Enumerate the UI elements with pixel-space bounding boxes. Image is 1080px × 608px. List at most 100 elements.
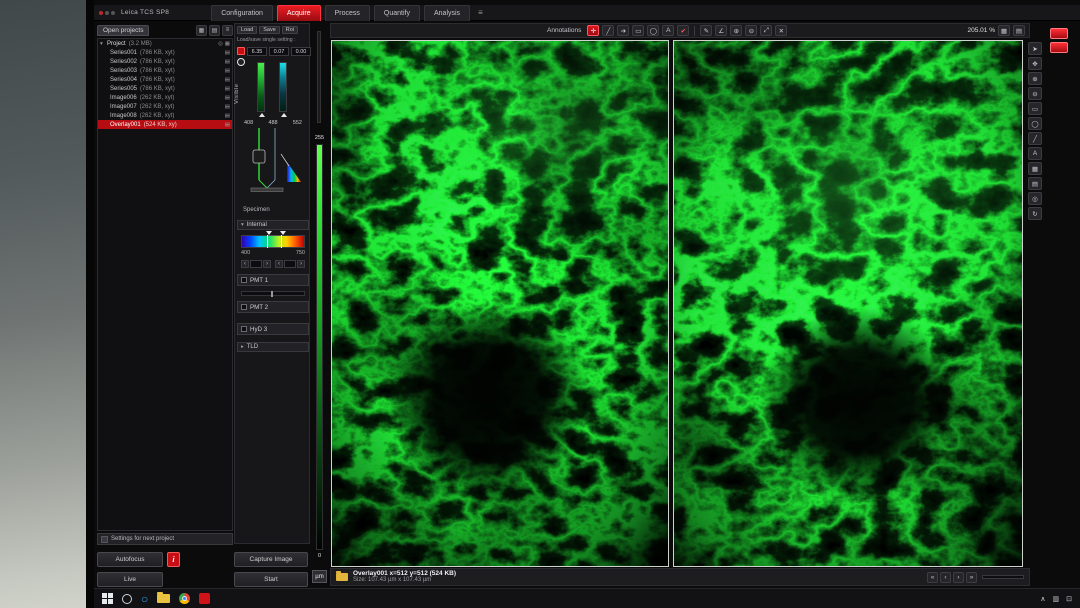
- text-tool-icon[interactable]: A: [1028, 147, 1042, 160]
- autofocus-button[interactable]: Autofocus: [97, 552, 163, 567]
- cursor-tool-icon[interactable]: ✛: [587, 25, 599, 36]
- text-tool-icon[interactable]: A: [662, 25, 674, 36]
- table-row[interactable]: Series001 (786 KB, xyt) ▤: [98, 48, 232, 57]
- channel-row-hyd3[interactable]: HyD 3: [237, 323, 309, 335]
- tld-section-header[interactable]: ▸ TLD: [237, 342, 309, 352]
- search-icon[interactable]: [122, 594, 132, 604]
- line-tool-icon[interactable]: ╱: [1028, 132, 1042, 145]
- zoom-out-icon[interactable]: ⊖: [1028, 87, 1042, 100]
- nav-next-icon[interactable]: ›: [953, 572, 964, 583]
- scroll-groove[interactable]: [317, 31, 321, 123]
- capture-image-button[interactable]: Capture Image: [234, 552, 308, 567]
- save-button[interactable]: Save: [259, 26, 280, 34]
- table-row[interactable]: Image006 (262 KB, xyt) ▤: [98, 93, 232, 102]
- pointer-tool-icon[interactable]: ➤: [1028, 42, 1042, 55]
- stepper-down-icon[interactable]: ‹: [275, 260, 283, 268]
- snapshot-camera-icon[interactable]: ◎: [1028, 192, 1042, 205]
- tab-quantify[interactable]: Quantify: [374, 5, 420, 21]
- table-row[interactable]: Image008 (262 KB, xyt) ▤: [98, 111, 232, 120]
- zoom-fit-icon[interactable]: ⤢: [760, 25, 772, 36]
- table-row[interactable]: Image007 (262 KB, xyt) ▤: [98, 102, 232, 111]
- info-badge[interactable]: i: [167, 552, 180, 567]
- start-button[interactable]: Start: [234, 572, 308, 587]
- pencil-tool-icon[interactable]: ✎: [700, 25, 712, 36]
- nav-last-icon[interactable]: »: [966, 572, 977, 583]
- tray-chevron-icon[interactable]: ∧: [1040, 595, 1045, 603]
- image-viewport-right[interactable]: [673, 40, 1023, 567]
- tab-configuration[interactable]: Configuration: [211, 5, 273, 21]
- refresh-icon[interactable]: ↻: [1028, 207, 1042, 220]
- rectangle-tool-icon[interactable]: ▭: [632, 25, 644, 36]
- readout-value[interactable]: 6.35: [247, 47, 267, 56]
- channel-row-pmt1[interactable]: PMT 1: [237, 274, 309, 286]
- table-row[interactable]: Series004 (786 KB, xyt) ▤: [98, 75, 232, 84]
- grid-view-icon[interactable]: ▦: [196, 25, 207, 36]
- nav-first-icon[interactable]: «: [927, 572, 938, 583]
- angle-tool-icon[interactable]: ∠: [715, 25, 727, 36]
- chrome-icon[interactable]: [179, 593, 190, 604]
- settings-next-project-bar[interactable]: Settings for next project: [97, 533, 233, 545]
- ellipse-tool-icon[interactable]: ◯: [647, 25, 659, 36]
- roi-button[interactable]: Roi: [282, 26, 298, 34]
- checkbox[interactable]: [241, 304, 247, 310]
- ellipse-tool-icon[interactable]: ◯: [1028, 117, 1042, 130]
- slider-thumb[interactable]: [281, 113, 287, 117]
- red-control-button-2[interactable]: [1050, 42, 1068, 53]
- layers-icon[interactable]: ▤: [1013, 25, 1025, 36]
- tab-analysis[interactable]: Analysis: [424, 5, 470, 21]
- rectangle-tool-icon[interactable]: ▭: [1028, 102, 1042, 115]
- grid-overlay-icon[interactable]: ▦: [1028, 162, 1042, 175]
- caret-down-icon[interactable]: ▾: [100, 41, 103, 47]
- browser-icon[interactable]: ○: [141, 593, 148, 605]
- band-end-stepper[interactable]: ‹›: [275, 260, 305, 268]
- start-button[interactable]: [102, 593, 113, 604]
- list-view-icon[interactable]: ▤: [209, 25, 220, 36]
- camera-icon[interactable]: ◎: [218, 41, 223, 47]
- tray-icon-b[interactable]: ⊡: [1066, 595, 1072, 603]
- zoom-out-icon[interactable]: ⊖: [745, 25, 757, 36]
- eye-visibility-icon[interactable]: [237, 47, 245, 55]
- file-explorer-icon[interactable]: [157, 594, 170, 603]
- project-root-row[interactable]: ▾ Project (3.2 MB) ◎ ▦: [98, 39, 232, 48]
- live-button[interactable]: Live: [97, 572, 163, 587]
- intensity-slider[interactable]: [257, 62, 265, 112]
- image-viewport-left[interactable]: [331, 40, 669, 567]
- layers-icon[interactable]: ▤: [1028, 177, 1042, 190]
- checkbox[interactable]: [241, 326, 247, 332]
- band-marker-icon[interactable]: [266, 231, 272, 235]
- channel-row-pmt2[interactable]: PMT 2: [237, 301, 309, 313]
- red-control-button-1[interactable]: [1050, 28, 1068, 39]
- panel-menu-icon[interactable]: ≡: [222, 25, 233, 36]
- tab-process[interactable]: Process: [325, 5, 370, 21]
- load-button[interactable]: Load: [237, 26, 257, 34]
- zoom-in-icon[interactable]: ⊕: [730, 25, 742, 36]
- emission-spectrum-bar[interactable]: [241, 235, 305, 248]
- band-marker-icon[interactable]: [280, 231, 286, 235]
- app-taskbar-icon[interactable]: [199, 593, 210, 604]
- slider-thumb[interactable]: [259, 113, 265, 117]
- grid-overlay-icon[interactable]: ▦: [998, 25, 1010, 36]
- stepper-down-icon[interactable]: ‹: [241, 260, 249, 268]
- apply-check-icon[interactable]: ✔: [677, 25, 689, 36]
- detection-band[interactable]: [267, 235, 282, 248]
- tab-open-projects[interactable]: Open projects: [97, 25, 149, 36]
- tray-icon-a[interactable]: ▥: [1053, 595, 1060, 603]
- tab-acquire[interactable]: Acquire: [277, 5, 321, 21]
- table-row[interactable]: Series002 (786 KB, xyt) ▤: [98, 57, 232, 66]
- table-row[interactable]: Series005 (786 KB, xyt) ▤: [98, 84, 232, 93]
- line-tool-icon[interactable]: ╱: [602, 25, 614, 36]
- lut-gradient-bar[interactable]: [316, 144, 323, 550]
- checkbox[interactable]: [241, 277, 247, 283]
- clear-annotations-icon[interactable]: ✕: [775, 25, 787, 36]
- table-row[interactable]: Series003 (786 KB, xyt) ▤: [98, 66, 232, 75]
- nav-prev-icon[interactable]: ‹: [940, 572, 951, 583]
- menu-icon[interactable]: ≡: [478, 8, 483, 17]
- hand-tool-icon[interactable]: ✥: [1028, 57, 1042, 70]
- emission-slider[interactable]: [279, 62, 287, 112]
- color-ring-icon[interactable]: [237, 58, 245, 66]
- stepper-up-icon[interactable]: ›: [263, 260, 271, 268]
- readout-value[interactable]: 0.07: [269, 47, 289, 56]
- band-start-stepper[interactable]: ‹›: [241, 260, 271, 268]
- zoom-in-icon[interactable]: ⊕: [1028, 72, 1042, 85]
- arrow-tool-icon[interactable]: ➔: [617, 25, 629, 36]
